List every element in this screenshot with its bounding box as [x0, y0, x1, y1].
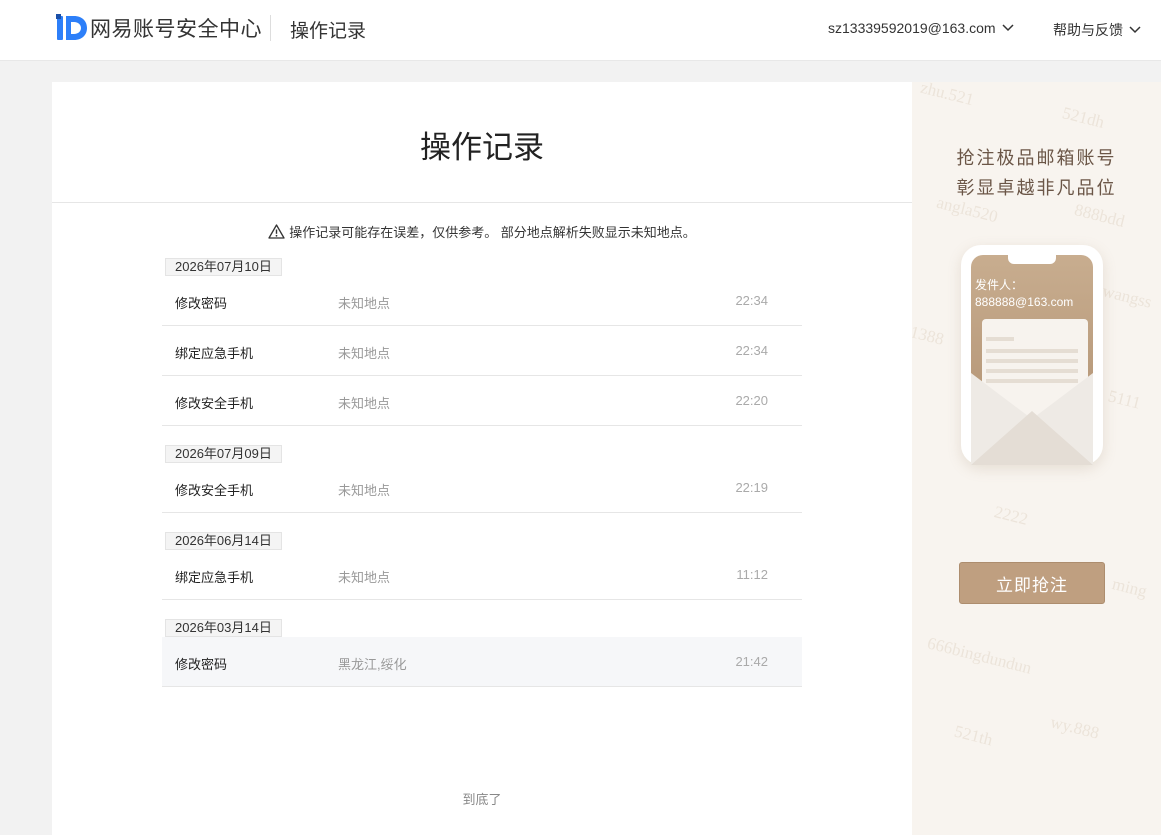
premium-email-ad[interactable]: zhu.521 521dh angla520 888bdd wangss 138… [912, 82, 1161, 835]
record-row[interactable]: 绑定应急手机 未知地点 22:34 [162, 326, 802, 376]
account-menu[interactable]: sz13339592019@163.com [828, 20, 1014, 36]
ad-watermark: 666bingdundun [925, 633, 1034, 678]
top-header: 网易账号安全中心 操作记录 sz13339592019@163.com 帮助与反… [0, 0, 1161, 61]
accuracy-notice: 操作记录可能存在误差，仅供参考。 部分地点解析失败显示未知地点。 [52, 222, 912, 241]
envelope-icon [971, 373, 1093, 465]
record-row[interactable]: 修改安全手机 未知地点 22:20 [162, 376, 802, 426]
operation-location: 黑龙江,绥化 [338, 657, 407, 672]
operation-name: 绑定应急手机 [175, 346, 254, 361]
operation-time: 11:12 [736, 567, 768, 582]
operation-name: 修改密码 [175, 296, 228, 311]
ad-headline-1: 抢注极品邮箱账号 [956, 148, 1117, 169]
operation-location: 未知地点 [338, 483, 391, 498]
operation-location: 未知地点 [338, 570, 391, 585]
record-row[interactable]: 绑定应急手机 未知地点 11:12 [162, 550, 802, 600]
operation-name: 绑定应急手机 [175, 570, 254, 585]
operation-location: 未知地点 [338, 346, 391, 361]
chevron-down-icon [1129, 26, 1141, 34]
ad-watermark: 521dh [1060, 103, 1107, 132]
ad-watermark: wy.888 [1048, 712, 1102, 743]
end-of-list-text: 到底了 [462, 792, 502, 807]
operation-time: 22:19 [735, 480, 768, 495]
date-group: 2026年06月14日 绑定应急手机 未知地点 11:12 [162, 532, 802, 600]
date-group: 2026年07月09日 修改安全手机 未知地点 22:19 [162, 445, 802, 513]
date-tag: 2026年06月14日 [165, 532, 282, 550]
record-row[interactable]: 修改安全手机 未知地点 22:19 [162, 463, 802, 513]
netease-id-logo-icon [56, 14, 87, 40]
logo-text: 网易账号安全中心 [90, 18, 262, 41]
phone-screen: 发件人： 888888@163.com [971, 255, 1093, 465]
ad-watermark: 2222 [992, 502, 1030, 529]
operation-name: 修改密码 [175, 657, 228, 672]
register-now-button[interactable]: 立即抢注 [959, 562, 1105, 604]
operation-time: 22:20 [735, 393, 768, 408]
chevron-down-icon [1002, 24, 1014, 32]
operation-location: 未知地点 [338, 296, 391, 311]
operation-time: 22:34 [735, 293, 768, 308]
ad-watermark: 888bdd [1072, 200, 1127, 231]
ad-watermark: 5111 [1106, 386, 1143, 413]
date-tag: 2026年03月14日 [165, 619, 282, 637]
header-page-title: 操作记录 [290, 21, 367, 42]
sender-email: 888888@163.com [975, 295, 1074, 309]
help-feedback-label: 帮助与反馈 [1053, 22, 1123, 38]
sender-label: 发件人： [975, 278, 1024, 292]
ad-watermark: 1388 [912, 322, 946, 349]
warning-icon [268, 224, 285, 239]
operation-location: 未知地点 [338, 396, 391, 411]
operation-name: 修改安全手机 [175, 483, 254, 498]
netease-id-logo[interactable]: 网易账号安全中心 [56, 14, 262, 42]
ad-watermark: ming [1110, 574, 1149, 601]
operation-time: 21:42 [735, 654, 768, 669]
record-row[interactable]: 修改密码 黑龙江,绥化 21:42 [162, 637, 802, 687]
date-group: 2026年03月14日 修改密码 黑龙江,绥化 21:42 [162, 619, 802, 687]
phone-notch [1008, 255, 1056, 264]
operation-name: 修改安全手机 [175, 396, 254, 411]
account-email: sz13339592019@163.com [828, 20, 996, 36]
phone-illustration: 发件人： 888888@163.com [961, 245, 1103, 465]
ad-watermark: wangss [1100, 281, 1154, 312]
ad-watermark: 521th [952, 721, 995, 750]
help-feedback-menu[interactable]: 帮助与反馈 [1053, 20, 1141, 40]
ad-watermark: zhu.521 [918, 82, 976, 110]
operation-records-card: 操作记录 操作记录可能存在误差，仅供参考。 部分地点解析失败显示未知地点。 20… [52, 82, 912, 835]
date-tag: 2026年07月09日 [165, 445, 282, 463]
ad-headline-2: 彰显卓越非凡品位 [956, 178, 1117, 199]
record-row[interactable]: 修改密码 未知地点 22:34 [162, 276, 802, 326]
header-divider [270, 15, 271, 41]
title-divider [52, 202, 912, 203]
records-list: 2026年07月10日 修改密码 未知地点 22:34 绑定应急手机 未知地点 … [162, 258, 802, 687]
operation-time: 22:34 [735, 343, 768, 358]
page-title: 操作记录 [420, 130, 544, 165]
date-group: 2026年07月10日 修改密码 未知地点 22:34 绑定应急手机 未知地点 … [162, 258, 802, 426]
notice-text: 操作记录可能存在误差，仅供参考。 部分地点解析失败显示未知地点。 [289, 225, 696, 240]
date-tag: 2026年07月10日 [165, 258, 282, 276]
